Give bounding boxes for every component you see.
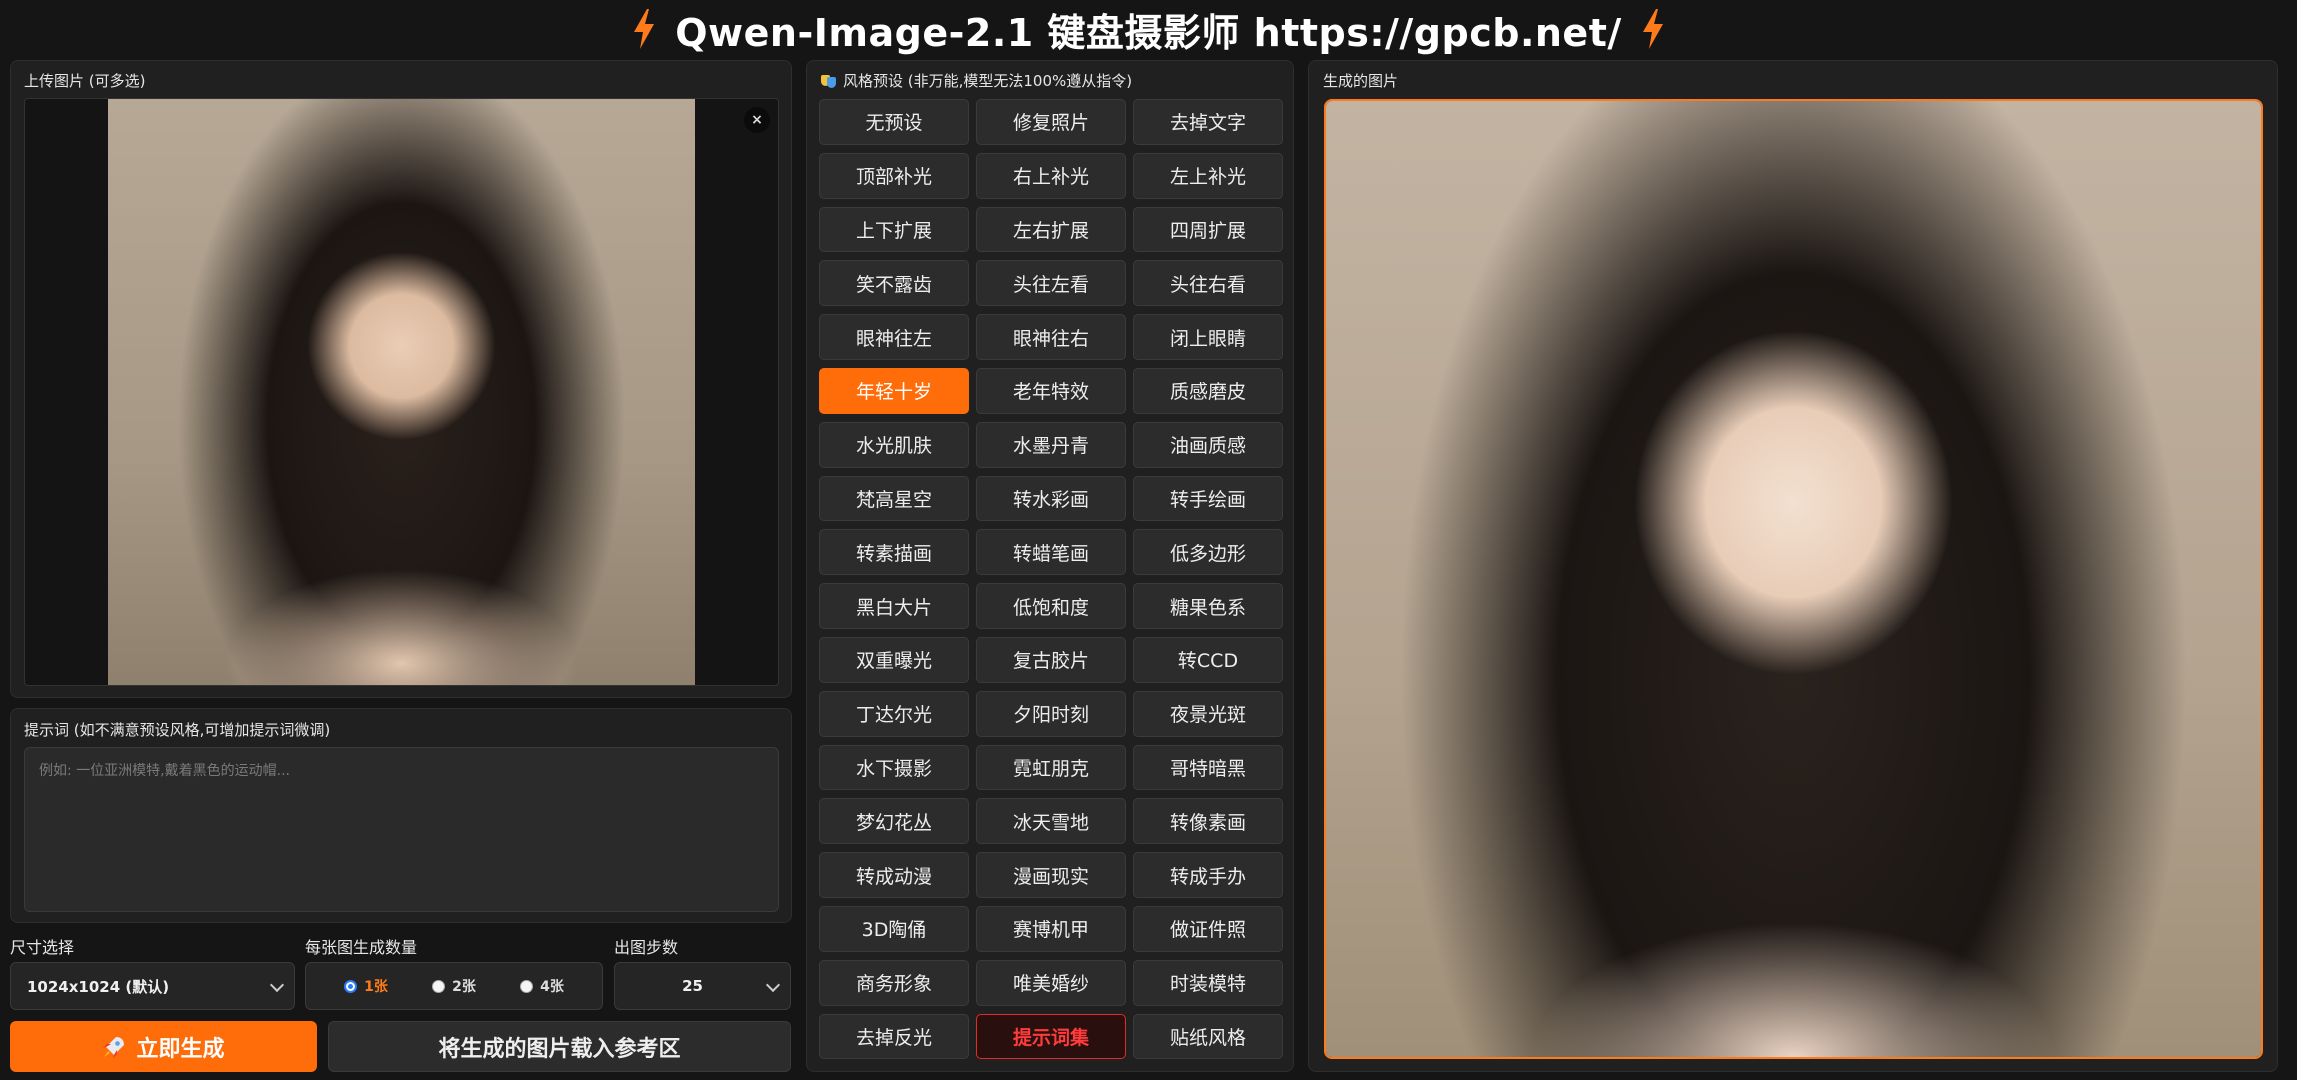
size-select-value: 1024x1024 (默认): [27, 977, 170, 996]
preset-button[interactable]: 年轻十岁: [819, 367, 969, 414]
generate-button[interactable]: 立即生成: [10, 1021, 317, 1072]
preset-button[interactable]: 头往右看: [1133, 260, 1283, 307]
preset-button[interactable]: 转像素画: [1133, 798, 1283, 845]
preset-button[interactable]: 转手绘画: [1133, 475, 1283, 522]
preset-button[interactable]: 冰天雪地: [976, 798, 1126, 845]
preset-button[interactable]: 水光肌肤: [819, 421, 969, 468]
preset-button[interactable]: 梦幻花丛: [819, 798, 969, 845]
preset-button[interactable]: 水墨丹青: [976, 421, 1126, 468]
preset-button[interactable]: 去掉文字: [1133, 99, 1283, 145]
preset-button[interactable]: 唯美婚纱: [976, 959, 1126, 1006]
preset-button[interactable]: 眼神往右: [976, 314, 1126, 360]
steps-label: 出图步数: [614, 938, 679, 957]
preset-button[interactable]: 哥特暗黑: [1133, 744, 1283, 791]
preset-button[interactable]: 夜景光斑: [1133, 690, 1283, 737]
rocket-icon: [103, 1036, 125, 1058]
count-option-2[interactable]: 2张: [432, 976, 476, 996]
preset-button[interactable]: 转素描画: [819, 529, 969, 576]
count-option-1[interactable]: 1张: [344, 976, 388, 996]
preset-button[interactable]: 左上补光: [1133, 152, 1283, 199]
preset-button[interactable]: 修复照片: [976, 99, 1126, 145]
chevron-down-icon: [765, 977, 781, 993]
preset-button[interactable]: 复古胶片: [976, 636, 1126, 683]
remove-image-button[interactable]: ×: [744, 107, 770, 133]
radio-icon: [520, 979, 534, 993]
preset-button[interactable]: 漫画现实: [976, 852, 1126, 898]
preset-button[interactable]: 双重曝光: [819, 636, 969, 683]
count-option-4[interactable]: 4张: [520, 976, 564, 996]
radio-selected-icon: [344, 979, 358, 993]
output-label: 生成的图片: [1323, 72, 1399, 90]
app-header: Qwen-Image-2.1 键盘摄影师 https://gpcb.net/: [0, 0, 2297, 58]
upload-panel: 上传图片 (可多选) ×: [10, 60, 792, 698]
radio-icon: [432, 979, 446, 993]
preset-button[interactable]: 四周扩展: [1133, 206, 1283, 253]
preset-button[interactable]: 贴纸风格: [1133, 1013, 1283, 1060]
preset-button[interactable]: 转成动漫: [819, 852, 969, 898]
preset-button[interactable]: 左右扩展: [976, 206, 1126, 253]
preset-button[interactable]: 黑白大片: [819, 583, 969, 629]
preset-label: 风格预设 (非万能,模型无法100%遵从指令): [843, 72, 1133, 90]
size-select[interactable]: 1024x1024 (默认): [10, 962, 295, 1010]
preset-button[interactable]: 梵高星空: [819, 475, 969, 522]
theater-masks-icon: [821, 74, 837, 88]
preset-button[interactable]: 转成手办: [1133, 852, 1283, 898]
lightning-bolt-icon: [634, 9, 655, 49]
preset-button[interactable]: 夕阳时刻: [976, 690, 1126, 737]
page-title: Qwen-Image-2.1 键盘摄影师 https://gpcb.net/: [675, 10, 1622, 55]
preset-button[interactable]: 笑不露齿: [819, 260, 969, 307]
preset-button[interactable]: 霓虹朋克: [976, 744, 1126, 791]
steps-select[interactable]: 25: [614, 962, 791, 1010]
preset-button[interactable]: 低多边形: [1133, 529, 1283, 576]
preset-button[interactable]: 水下摄影: [819, 744, 969, 791]
steps-select-value: 25: [682, 977, 703, 995]
preset-button[interactable]: 老年特效: [976, 367, 1126, 414]
chevron-down-icon: [269, 977, 285, 993]
generated-image: [1326, 101, 2261, 1057]
preset-button[interactable]: 眼神往左: [819, 314, 969, 360]
preset-button[interactable]: 闭上眼睛: [1133, 314, 1283, 360]
preset-button[interactable]: 糖果色系: [1133, 583, 1283, 629]
preset-button[interactable]: 3D陶俑: [819, 905, 969, 952]
load-to-reference-button[interactable]: 将生成的图片载入参考区: [328, 1021, 791, 1072]
preset-button[interactable]: 质感磨皮: [1133, 367, 1283, 414]
preset-button[interactable]: 转CCD: [1133, 636, 1283, 683]
preset-button[interactable]: 时装模特: [1133, 959, 1283, 1006]
preset-header: 风格预设 (非万能,模型无法100%遵从指令): [821, 70, 1132, 91]
generate-button-label: 立即生成: [136, 1036, 225, 1062]
preset-button[interactable]: 商务形象: [819, 959, 969, 1006]
upload-dropzone[interactable]: ×: [24, 98, 779, 686]
preset-button[interactable]: 转水彩画: [976, 475, 1126, 522]
uploaded-image: [108, 99, 695, 685]
preset-button[interactable]: 提示词集: [976, 1013, 1126, 1060]
prompt-label: 提示词 (如不满意预设风格,可增加提示词微调): [24, 721, 331, 739]
count-label: 每张图生成数量: [305, 938, 418, 957]
lightning-bolt-icon: [1642, 9, 1663, 49]
upload-label: 上传图片 (可多选): [24, 72, 146, 90]
prompt-input[interactable]: [24, 747, 779, 912]
preset-grid: 无预设 修复照片 去掉文字 顶部补光 右上补光 左上补光 上下扩展 左右扩展 四周扩展 笑不露齿头…: [819, 99, 1283, 1060]
preset-button[interactable]: 顶部补光: [819, 152, 969, 199]
preset-panel: 风格预设 (非万能,模型无法100%遵从指令) 无预设 修复照片 去掉文字顶部补光右…: [806, 60, 1294, 1072]
preset-button[interactable]: 赛博机甲: [976, 905, 1126, 952]
preset-button[interactable]: 转蜡笔画: [976, 529, 1126, 576]
preset-button[interactable]: 油画质感: [1133, 421, 1283, 468]
preset-button[interactable]: 丁达尔光: [819, 690, 969, 737]
preset-button[interactable]: 右上补光: [976, 152, 1126, 199]
preset-button[interactable]: 无预设: [819, 99, 969, 145]
preset-button[interactable]: 低饱和度: [976, 583, 1126, 629]
preset-button[interactable]: 去掉反光: [819, 1013, 969, 1060]
preset-button[interactable]: 做证件照: [1133, 905, 1283, 952]
size-label: 尺寸选择: [10, 938, 75, 957]
count-radio-group: 1张 2张 4张: [305, 962, 603, 1010]
preset-button[interactable]: 头往左看: [976, 260, 1126, 307]
prompt-panel: 提示词 (如不满意预设风格,可增加提示词微调): [10, 708, 792, 923]
generated-image-frame[interactable]: [1324, 99, 2263, 1059]
output-panel: 生成的图片: [1308, 60, 2278, 1072]
preset-button[interactable]: 上下扩展: [819, 206, 969, 253]
